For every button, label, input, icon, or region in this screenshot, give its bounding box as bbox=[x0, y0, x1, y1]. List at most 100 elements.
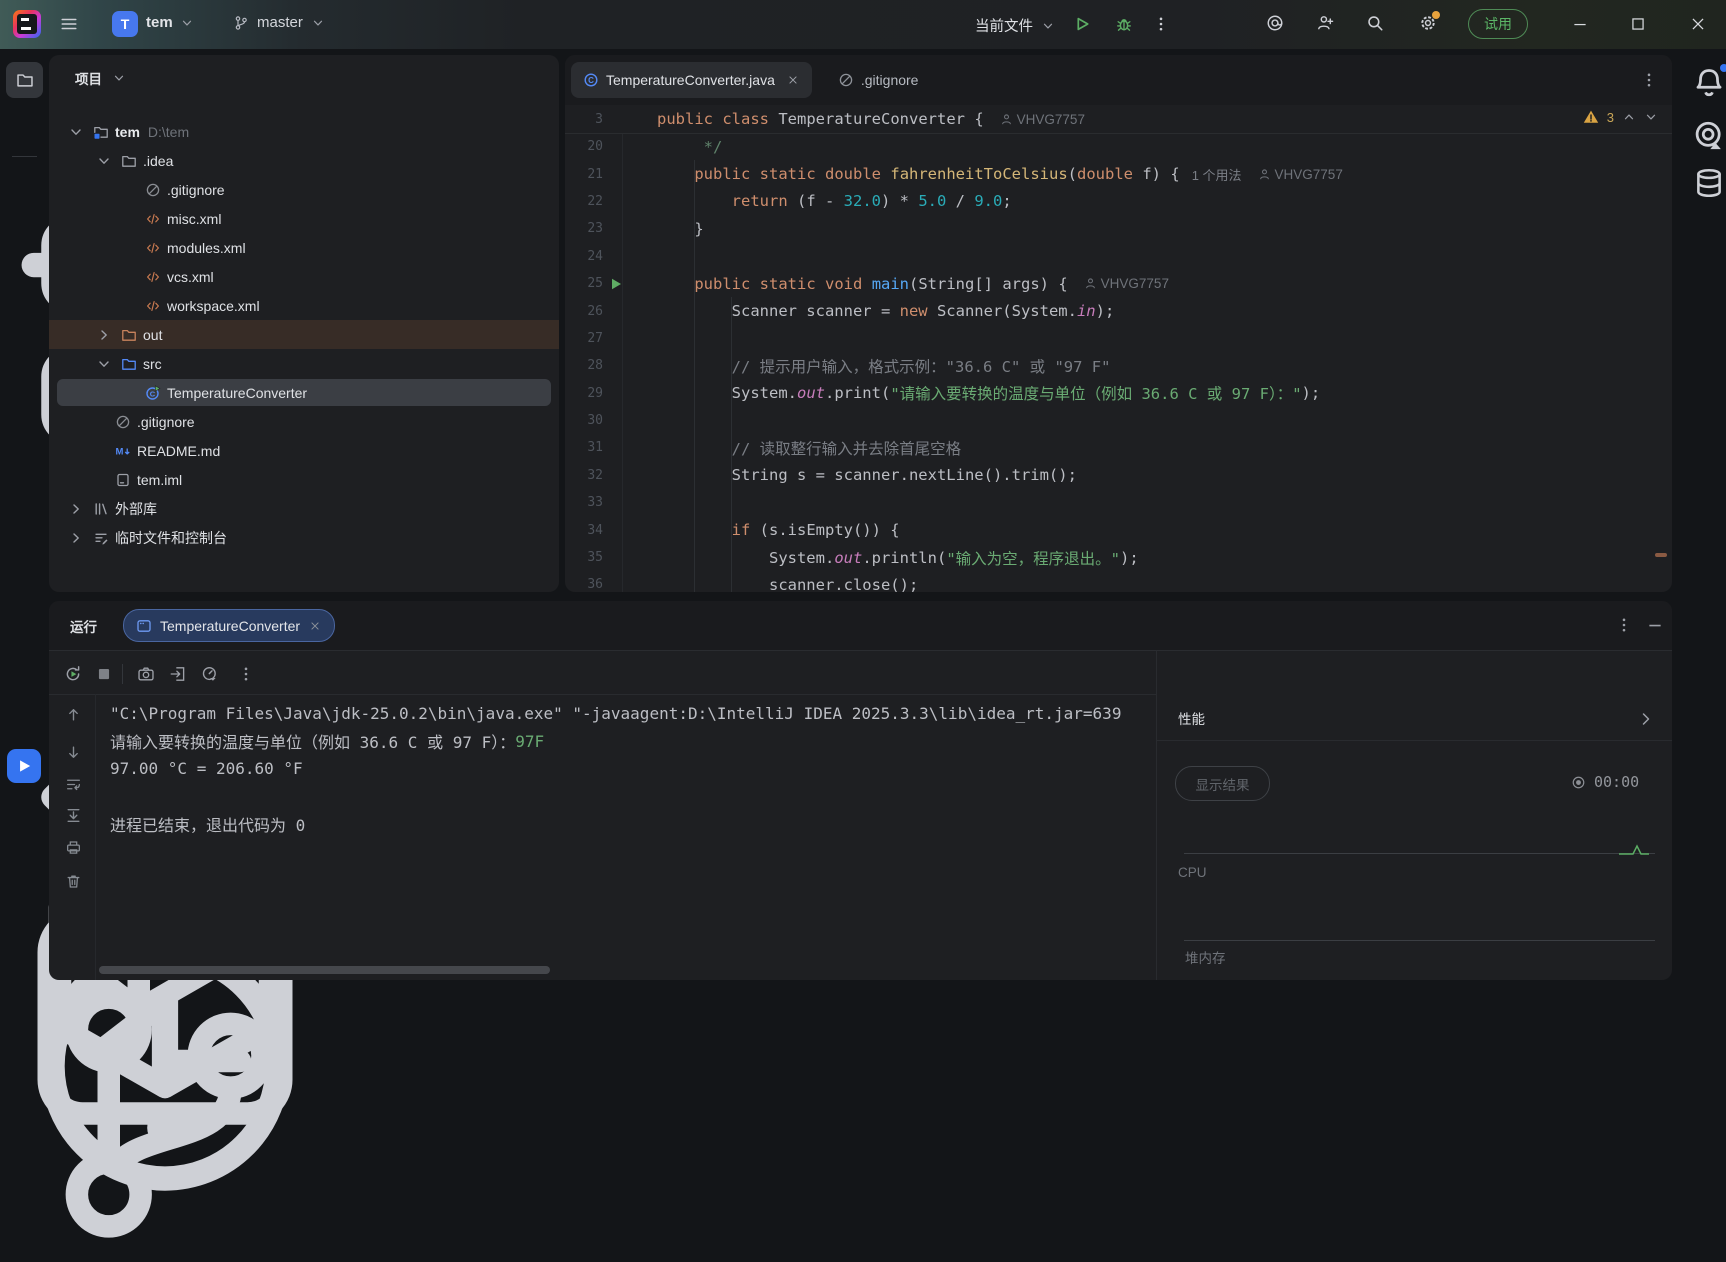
chevron-down-icon[interactable] bbox=[68, 124, 84, 140]
tool-project-button[interactable] bbox=[6, 62, 43, 98]
tree-item-tem[interactable]: temD:\tem bbox=[49, 117, 559, 146]
prev-occurrence-button[interactable] bbox=[65, 706, 82, 723]
console-line-2: 请输入要转换的温度与单位（例如 36.6 C 或 97 F）：97F bbox=[110, 728, 1150, 756]
code-line-36[interactable]: 36 scanner.close(); bbox=[565, 571, 1672, 592]
console-horizontal-scrollbar[interactable] bbox=[99, 966, 550, 974]
code-editor[interactable]: 20 */21 public static double fahrenheitT… bbox=[565, 133, 1672, 592]
heap-label: 堆内存 bbox=[1185, 947, 1226, 967]
next-problem-icon[interactable] bbox=[1644, 110, 1658, 124]
code-line-30[interactable]: 30 bbox=[565, 407, 1672, 434]
tree-item-misc.xml[interactable]: misc.xml bbox=[49, 204, 559, 233]
vcs-widget[interactable]: master bbox=[233, 14, 325, 31]
run-line-gutter-icon[interactable] bbox=[608, 276, 624, 292]
project-widget[interactable]: tem bbox=[146, 14, 194, 31]
run-button[interactable] bbox=[1073, 15, 1091, 33]
next-occurrence-button[interactable] bbox=[65, 744, 82, 761]
run-configuration-selector[interactable]: 当前文件 bbox=[975, 15, 1055, 36]
scroll-to-end-button[interactable] bbox=[65, 807, 82, 824]
chevron-right-icon[interactable] bbox=[96, 327, 112, 343]
tree-item-temperatureconverter[interactable]: CTemperatureConverter bbox=[49, 378, 559, 407]
tab-temperatureconverter-java[interactable]: C TemperatureConverter.java bbox=[571, 62, 812, 98]
code-with-me-button[interactable] bbox=[1316, 14, 1334, 32]
ban-icon bbox=[115, 414, 131, 430]
code-line-25[interactable]: 25 public static void main(String[] args… bbox=[565, 270, 1672, 297]
run-tab-temperatureconverter[interactable]: TemperatureConverter bbox=[123, 609, 335, 642]
soft-wrap-button[interactable] bbox=[65, 776, 82, 793]
project-avatar[interactable]: T bbox=[112, 11, 138, 37]
chevron-right-icon[interactable] bbox=[68, 530, 84, 546]
console-more-button[interactable] bbox=[237, 665, 255, 683]
hide-panel-button[interactable] bbox=[1646, 616, 1664, 634]
tree-item-vcs.xml[interactable]: vcs.xml bbox=[49, 262, 559, 291]
window-minimize-button[interactable] bbox=[1571, 15, 1589, 33]
code-line-31[interactable]: 31 // 读取整行输入并去除首尾空格 bbox=[565, 434, 1672, 461]
code-line-26[interactable]: 26 Scanner scanner = new Scanner(System.… bbox=[565, 297, 1672, 324]
print-button[interactable] bbox=[65, 839, 82, 856]
code-line-22[interactable]: 22 return (f - 32.0) * 5.0 / 9.0; bbox=[565, 188, 1672, 215]
tree-item--[interactable]: 外部库 bbox=[49, 494, 559, 523]
database-button[interactable] bbox=[1692, 166, 1726, 200]
minimize-icon bbox=[1571, 15, 1589, 33]
more-run-options-button[interactable] bbox=[1152, 15, 1170, 33]
editor-options-button[interactable] bbox=[1640, 71, 1658, 89]
window-maximize-button[interactable] bbox=[1629, 15, 1647, 33]
code-line-27[interactable]: 27 bbox=[565, 325, 1672, 352]
git-branch-icon bbox=[15, 962, 315, 1262]
window-close-button[interactable] bbox=[1689, 15, 1707, 33]
stop-button[interactable] bbox=[95, 665, 113, 683]
code-line-35[interactable]: 35 System.out.println("输入为空，程序退出。"); bbox=[565, 544, 1672, 571]
perf-expand-button[interactable] bbox=[1638, 711, 1654, 727]
cpu-label: CPU bbox=[1178, 865, 1207, 880]
close-tab-icon[interactable] bbox=[786, 73, 800, 87]
console-output[interactable]: "C:\Program Files\Java\jdk-25.0.2\bin\ja… bbox=[110, 700, 1150, 838]
code-line-29[interactable]: 29 System.out.print("请输入要转换的温度与单位（例如 36.… bbox=[565, 380, 1672, 407]
debug-button[interactable] bbox=[1115, 15, 1133, 33]
code-line-23[interactable]: 23 } bbox=[565, 215, 1672, 242]
tree-item-.gitignore[interactable]: .gitignore bbox=[49, 175, 559, 204]
chevron-down-icon[interactable] bbox=[96, 356, 112, 372]
tool-git-button[interactable] bbox=[15, 962, 315, 1262]
ai-assistant-button[interactable] bbox=[1266, 14, 1284, 32]
show-results-button[interactable]: 显示结果 bbox=[1175, 766, 1270, 801]
prev-problem-icon[interactable] bbox=[1622, 110, 1636, 124]
code-line-34[interactable]: 34 if (s.isEmpty()) { bbox=[565, 516, 1672, 543]
capture-snapshot-button[interactable] bbox=[137, 665, 155, 683]
ai-chat-button[interactable] bbox=[1692, 119, 1726, 153]
search-everywhere-button[interactable] bbox=[1366, 14, 1384, 32]
trial-button[interactable]: 试用 bbox=[1468, 9, 1528, 39]
inspections-widget[interactable]: 3 bbox=[1583, 109, 1658, 125]
clear-console-button[interactable] bbox=[65, 873, 82, 890]
notifications-button[interactable] bbox=[1692, 66, 1726, 100]
code-line-24[interactable]: 24 bbox=[565, 243, 1672, 270]
tree-item-.gitignore[interactable]: .gitignore bbox=[49, 407, 559, 436]
chevron-down-icon[interactable] bbox=[96, 153, 112, 169]
run-panel-options-button[interactable] bbox=[1615, 616, 1633, 634]
tree-item-src[interactable]: src bbox=[49, 349, 559, 378]
profiler-button[interactable] bbox=[201, 665, 219, 683]
tool-run-button[interactable] bbox=[7, 749, 41, 783]
tree-item-out[interactable]: out bbox=[49, 320, 559, 349]
code-line-32[interactable]: 32 String s = scanner.nextLine().trim(); bbox=[565, 462, 1672, 489]
gutter-slot bbox=[608, 385, 624, 401]
import-results-button[interactable] bbox=[169, 665, 187, 683]
tree-item-.idea[interactable]: .idea bbox=[49, 146, 559, 175]
md-icon: M bbox=[115, 443, 131, 459]
chevron-right-icon[interactable] bbox=[68, 501, 84, 517]
tree-item-workspace.xml[interactable]: workspace.xml bbox=[49, 291, 559, 320]
code-line-20[interactable]: 20 */ bbox=[565, 133, 1672, 160]
settings-button[interactable] bbox=[1419, 14, 1437, 32]
code-line-33[interactable]: 33 bbox=[565, 489, 1672, 516]
close-tab-icon[interactable] bbox=[308, 619, 322, 633]
project-panel-header[interactable]: 项目 bbox=[75, 68, 126, 88]
main-menu-button[interactable] bbox=[60, 15, 80, 33]
sticky-header-line[interactable]: 3public class TemperatureConverter {VHVG… bbox=[565, 105, 1672, 134]
tab-gitignore[interactable]: .gitignore bbox=[826, 62, 931, 98]
tree-item-modules.xml[interactable]: modules.xml bbox=[49, 233, 559, 262]
rerun-button[interactable] bbox=[64, 665, 82, 683]
code-line-21[interactable]: 21 public static double fahrenheitToCels… bbox=[565, 160, 1672, 187]
tree-item--[interactable]: 临时文件和控制台 bbox=[49, 523, 559, 552]
usages-inlay-hint[interactable]: 1 个用法 bbox=[1192, 165, 1242, 184]
tree-item-tem.iml[interactable]: tem.iml bbox=[49, 465, 559, 494]
code-line-28[interactable]: 28 // 提示用户输入，格式示例："36.6 C" 或 "97 F" bbox=[565, 352, 1672, 379]
tree-item-readme.md[interactable]: MREADME.md bbox=[49, 436, 559, 465]
